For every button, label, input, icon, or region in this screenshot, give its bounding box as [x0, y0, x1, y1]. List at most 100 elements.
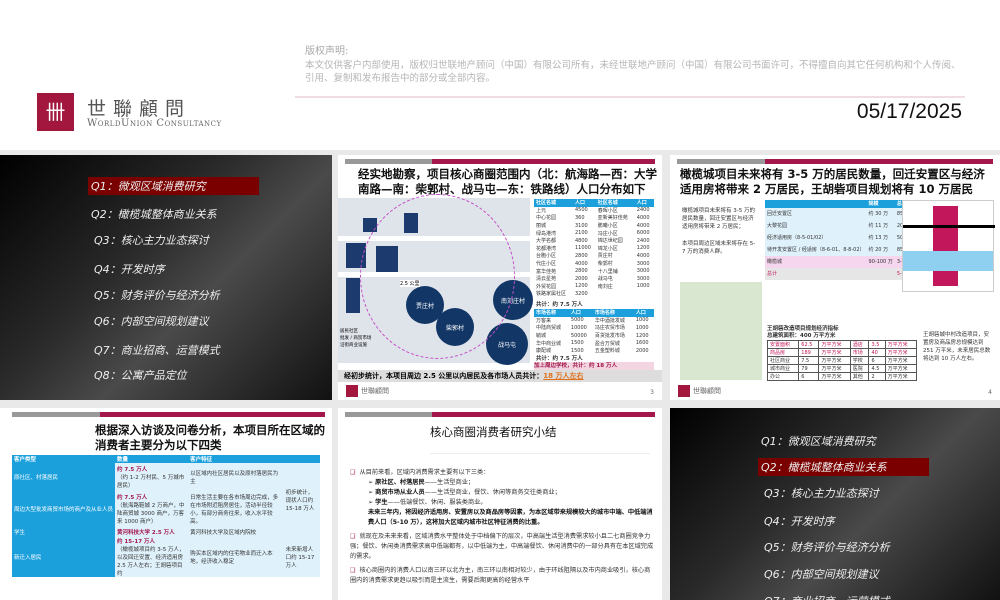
table-cell: 富华佳苑	[536, 268, 557, 275]
table-cell: 盈合万贸城	[594, 340, 620, 347]
slide-thumbnail-toc-q2[interactable]: Q1：微观区域消费研究 Q2：橄榄城整体商业关系 Q3：核心主力业态探讨 Q4：…	[670, 408, 1000, 600]
table-cell: 大黎花园	[767, 223, 788, 230]
customer-table: 客户类型 数量 客户特征 原社区、村落居民约 7.5 万人 （约 1-2 万村民、5 万…	[12, 455, 320, 577]
table-cell: 黄河科技大学及区域内院校	[190, 530, 257, 536]
table-cell: 万平方米	[818, 364, 851, 373]
slide-thumbnail-5[interactable]: 根据深入访谈及问卷分析，本项目所在区域的消费者主要分为以下四类 客户类型 数量 客户…	[0, 408, 332, 600]
table-cell: 冯庄小区	[597, 230, 618, 237]
table-cell: 新迁入居民	[12, 537, 116, 577]
table-cell: 南刘庄	[597, 283, 613, 290]
slide-thumbnail-3[interactable]: 经实地勘察，项目核心商圈范围内（北：航海路—西：大学南路—南：柴郭村、战马屯—东…	[338, 155, 662, 400]
logo-icon: 卌	[37, 93, 74, 131]
table-cell: 万平方米	[884, 340, 918, 349]
table-cell: 未来新增人口约 15-17 万人	[285, 547, 315, 569]
table-row: 城市商业 79 万平方米 医院 4.5 万平方米	[766, 364, 918, 373]
table-row: 待开发安置区 / 经适房（8-6-01、8-8-02）约 20 万8500 人	[765, 243, 919, 256]
toc-item: Q8：公寓产品定位	[94, 369, 187, 382]
table-row: 商品房 189 万平方米 市场 40 万平方米	[766, 348, 918, 357]
table-cell: 锦达世纪园	[597, 238, 623, 245]
slide-thumbnail-toc-q1[interactable]: Q1：微观区域消费研究 Q2：橄榄城整体商业关系 Q3：核心主力业态探讨 Q4：…	[0, 155, 332, 400]
document-header: 版权声明: 本文仅供客户内部使用，版权归世联地产顾问（中国）有限公司所有，未经世…	[0, 0, 1000, 150]
table-row: 办公 6 万平方米 其他 2 万平方米	[766, 372, 918, 381]
table-cell: 铁路家属社区	[536, 291, 567, 298]
legend-item: 沿街商业设施	[340, 343, 367, 348]
table-cell: 2000	[635, 347, 649, 354]
table-cell: 4.5	[868, 364, 886, 373]
table-row: 上元 4500 春晖小区 2400	[534, 207, 654, 215]
table-cell: 华中商业城	[536, 340, 562, 347]
plan-table: 安置面积 62.5 万平方米 酒店 3.5 万平方米 商品房 189 万平方米 市场 40 万平方米社…	[766, 340, 918, 381]
table-cell: 康配城	[536, 348, 552, 355]
table-cell: 3000	[636, 268, 650, 275]
site-map	[902, 200, 995, 292]
slide-thumbnail-6[interactable]: 核心商圈消费者研究小结 ❑ 从目前来看，区域内消费需求主要有以下三类： ➢ 原社…	[338, 408, 662, 600]
title-bar	[12, 412, 325, 417]
table-row: 周边大型批发商贸市场的商户及从业人员约 7.5 万人 （航海路鞋城 2 万商户，中…	[12, 491, 320, 527]
table-cell: 办公	[766, 372, 800, 381]
table-cell: 1200	[574, 283, 588, 290]
table-cell: 2100	[574, 230, 588, 237]
table-cell: 市场名称	[534, 309, 569, 317]
table-cell: 十八里铺	[597, 268, 618, 275]
summary-body: ❑ 从目前来看，区域内消费需求主要有以下三类： ➢ 原社区、村落居民——生活型商…	[350, 468, 655, 586]
sub-bullet: ➢ 原社区、村落居民——生活型商业；	[368, 479, 475, 486]
table-row: 丽城 3100 鹏曦小区 4000	[534, 222, 654, 230]
table-cell	[765, 200, 867, 208]
bullet: ❑ 核心商圈内的消费人口以南三环以北为主，南三环以南相对较少，由于环线阻隔以及市…	[350, 567, 651, 584]
table-row: 新迁入居民约 15-17 万人 （橄榄城项目约 3-5 万人，以及回迁安置、经济适…	[12, 537, 320, 577]
legend-item: 居民社区	[340, 329, 358, 334]
slide-logo: 世聯顧問	[346, 385, 389, 397]
toc-item: Q1：微观区域消费研究	[761, 435, 876, 448]
table-cell: 万平方米	[884, 356, 918, 365]
table-cell: 10000	[570, 324, 587, 331]
table-cell	[635, 290, 654, 298]
table-cell: 学校	[849, 356, 870, 365]
table-cell: 社区名城	[595, 199, 635, 207]
summary-value: 18 万人左右	[543, 372, 584, 380]
table-cell: 2000	[574, 275, 588, 282]
table-cell: 万平方米	[818, 348, 851, 357]
highlight: 未来三年内，将因经济适用房、安置房以及商品房等因素，为本区域带来规模较大的城市中…	[368, 509, 653, 526]
table-row: 华中商业城 1500 盈合万贸城 1600	[534, 339, 654, 347]
table-cell: 数量	[115, 455, 189, 463]
table-cell: 约 7.5 万人 （约 1-2 万村民、5 万城市居民）	[117, 467, 185, 489]
table-cell: 1000	[635, 324, 649, 331]
table-cell: 初步统计，现状人口约 15-18 万人	[285, 490, 315, 512]
table-cell: 客户特征	[188, 455, 284, 463]
table-cell: 约 15-17 万人 （橄榄城项目约 3-5 万人，以及回迁安置、经济适用房 2.…	[117, 539, 185, 577]
title-bar	[345, 412, 655, 417]
slide-title: 核心商圈消费者研究小结	[430, 425, 557, 439]
table-cell: 360	[574, 214, 585, 221]
table-cell: 华中酒批发城	[594, 317, 625, 324]
table-cell: 11000	[574, 245, 591, 252]
table-cell: 万平方米	[818, 340, 851, 349]
title-bar	[677, 159, 993, 164]
table-cell: 79	[798, 364, 820, 373]
summary-bar: 经初步统计，本项目周边 2.5 公里以内居民及各市场人员共计：18 万人左右	[338, 370, 662, 382]
table-cell: 鹏曦小区	[597, 223, 618, 230]
table-cell: 日常生活主要在各市场周边完成，多在市场附近租房居住，活动半径较小，有部分商务往来…	[190, 495, 279, 525]
table-cell: 台胞小区	[536, 253, 557, 260]
table-cell: 清云星苑	[536, 276, 557, 283]
toc-item: Q2：橄榄城整体商业关系	[91, 208, 217, 221]
table-cell: 以区域内社区居民以及原村落居民为主	[190, 471, 279, 485]
table-cell: 1500	[570, 347, 584, 354]
table-cell: 50000	[570, 332, 587, 339]
table-cell: 1000	[636, 283, 650, 290]
table-cell: 约 7.5 万人 （航海路鞋城 2 万商户，中陆商贸城 3000 商户，万客来 1…	[117, 495, 185, 525]
table-cell: 7.5	[798, 356, 820, 365]
table-row: 花都港湾 11000 锦龙小区 1200	[534, 245, 654, 253]
page-number: 3	[650, 389, 654, 396]
table-row: 绿岛港湾 2100 冯庄小区 6000	[534, 229, 654, 237]
slide-thumbnail-4[interactable]: 橄榄城项目未来将有 3-5 万的居民数量，回迁安置区与经济适用房将带来 2 万居…	[670, 155, 1000, 400]
toc-item: Q7：商业招商、运营模式	[761, 592, 893, 600]
pop-total: 共计：约 7.5 万人	[536, 302, 583, 308]
toc-item: Q5：财务评价与经济分析	[764, 541, 890, 554]
toc-item: Q4：开发时序	[764, 515, 835, 528]
table-cell: 1200	[635, 332, 649, 339]
table-row: 代庄小区 4000 柴郭村 3000	[534, 260, 654, 268]
table-row: 原社区、村落居民约 7.5 万人 （约 1-2 万村民、5 万城市居民） 以区域内社…	[12, 463, 320, 512]
population-table: 规模总人口数回迁安置区约 30 万8500 人大黎花园约 11 万2000 人经…	[765, 200, 919, 280]
table-cell: 春晖小区	[597, 207, 618, 214]
table-row: 社区商业 7.5 万平方米 学校 6 万平方米	[766, 356, 918, 365]
